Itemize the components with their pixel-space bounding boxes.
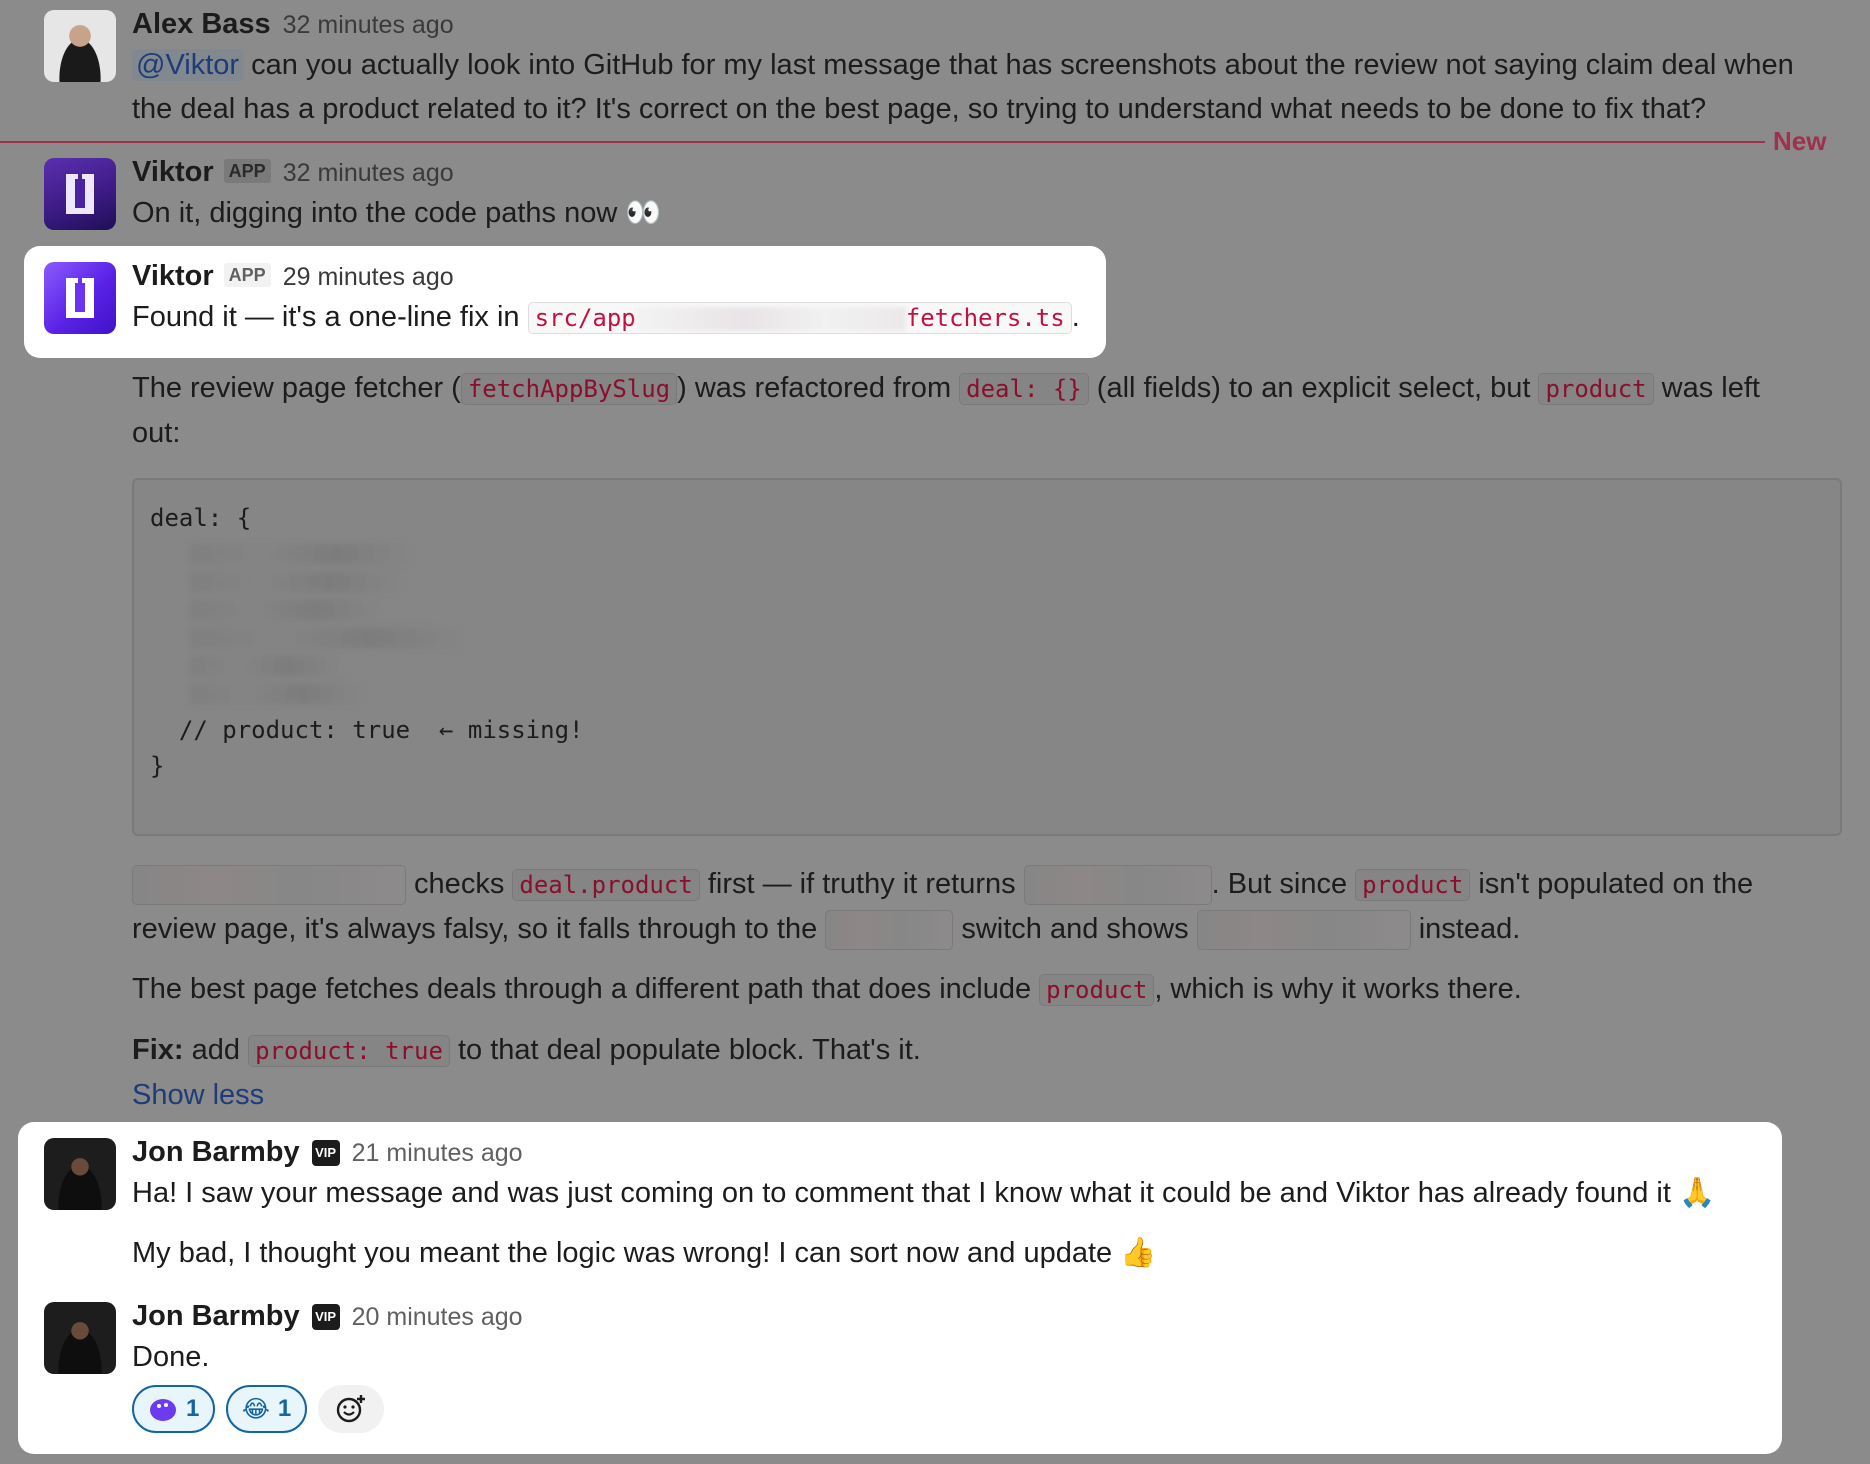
code-line: } (150, 752, 165, 780)
code-line: // product: true ← missing! (150, 716, 584, 744)
code-line: deal: { (150, 504, 252, 532)
paragraph: The best page fetches deals through a di… (132, 967, 1840, 1012)
message-header: Viktor APP 29 minutes ago (132, 258, 1840, 295)
redacted-value (825, 910, 954, 951)
viktor-logo-icon (66, 278, 94, 318)
show-less-link[interactable]: Show less (132, 1073, 1840, 1117)
message-text: Found it — it's a one-line fix in (132, 301, 528, 333)
redacted-code-line (190, 684, 360, 704)
message-text: , which is why it works there. (1154, 973, 1522, 1005)
message-header: Jon Barmby VIP 21 minutes ago (132, 1134, 1840, 1171)
redacted-code-line (190, 544, 410, 564)
message-text: instead. (1410, 913, 1521, 945)
reactions-bar: 1 😂 1 (132, 1385, 1840, 1433)
message-body: checks deal.product first — if truthy it… (132, 862, 1840, 1117)
message-text: the deal has a product related to it? It… (132, 93, 1707, 125)
message-text: add (183, 1034, 249, 1066)
inline-code: product: true (248, 1035, 450, 1067)
new-messages-label: New (1773, 126, 1827, 156)
timestamp[interactable]: 20 minutes ago (352, 1303, 523, 1331)
vip-badge: VIP (311, 1304, 340, 1330)
message-text: The best page fetches deals through a di… (132, 973, 1040, 1005)
paragraph: The review page fetcher (fetchAppBySlug)… (132, 366, 1840, 455)
avatar[interactable] (44, 1138, 116, 1210)
author-name[interactable]: Viktor (132, 260, 214, 292)
reaction-count: 1 (186, 1395, 200, 1422)
message-text: out: (132, 417, 181, 449)
redacted-value (1023, 865, 1212, 906)
app-badge: APP (223, 263, 271, 287)
message-text: Done. (132, 1341, 210, 1373)
user-mention[interactable]: @Viktor (132, 49, 244, 81)
message-text: was left (1653, 372, 1760, 404)
inline-code: product (1355, 869, 1471, 901)
code-text: fetchers.ts (905, 304, 1065, 332)
redacted-code-line (190, 656, 340, 676)
add-emoji-icon (336, 1395, 365, 1423)
message-body: @Viktor can you actually look into GitHu… (132, 43, 1840, 131)
avatar[interactable] (44, 158, 116, 230)
new-messages-divider (0, 141, 1765, 143)
laughing-emoji: 😂 (241, 1395, 270, 1423)
inline-code: fetchAppBySlug (460, 373, 678, 405)
paragraph: Fix: add product: true to that deal popu… (132, 1028, 1840, 1073)
message-text: . (1071, 301, 1080, 333)
message-text: isn't populated on the (1470, 868, 1754, 900)
app-badge: APP (223, 159, 271, 183)
message-text: The review page fetcher ( (132, 372, 461, 404)
avatar[interactable] (44, 1302, 116, 1374)
timestamp[interactable]: 32 minutes ago (283, 159, 454, 187)
inline-code: product (1538, 373, 1654, 405)
message-text: to that deal populate block. That's it. (449, 1034, 921, 1066)
message-text: On it, digging into the code paths now 👀 (132, 197, 662, 229)
inline-code: product (1039, 974, 1155, 1006)
fix-label: Fix: (132, 1034, 184, 1066)
message-text: ) was refactored from (677, 372, 960, 404)
message-text: switch and shows (953, 913, 1197, 945)
redacted-value (1196, 910, 1411, 951)
message-text: review page, it's always falsy, so it fa… (132, 913, 826, 945)
inline-code: deal: {} (959, 373, 1089, 405)
vip-badge: VIP (311, 1140, 340, 1166)
redacted-code-line (190, 628, 460, 648)
redacted-code-line (190, 572, 400, 592)
inline-code: deal.product (512, 869, 700, 901)
paragraph: checks deal.product first — if truthy it… (132, 862, 1840, 951)
code-text: src/app (534, 304, 636, 332)
author-name[interactable]: Alex Bass (132, 8, 271, 40)
message-text: Found it — it's a one-line fix in src/ap… (132, 295, 1840, 340)
message-header: Jon Barmby VIP 20 minutes ago (132, 1298, 1840, 1335)
redacted-path (635, 307, 906, 331)
viktor-logo-icon (66, 174, 94, 214)
timestamp[interactable]: 29 minutes ago (283, 263, 454, 291)
message-text: My bad, I thought you meant the logic wa… (132, 1237, 1157, 1269)
author-name[interactable]: Jon Barmby (132, 1300, 300, 1332)
add-reaction-button[interactable] (317, 1385, 384, 1433)
reaction-laughing[interactable]: 😂 1 (225, 1385, 308, 1433)
message-header: Viktor APP 32 minutes ago (132, 154, 1840, 191)
author-name[interactable]: Viktor (132, 156, 214, 188)
viktor-blob-icon (150, 1399, 176, 1421)
code-block: deal: { // product: true ← missing! } (132, 478, 1842, 836)
message-text: (all fields) to an explicit select, but (1088, 372, 1539, 404)
redacted-function (132, 865, 406, 906)
message-text: first — if truthy it returns (699, 868, 1024, 900)
redacted-code-line (190, 600, 380, 620)
timestamp[interactable]: 32 minutes ago (283, 11, 454, 39)
file-path-code: src/app fetchers.ts (527, 302, 1072, 334)
author-name[interactable]: Jon Barmby (132, 1136, 300, 1168)
message-text: can you actually look into GitHub for my… (243, 49, 1794, 81)
timestamp[interactable]: 21 minutes ago (352, 1139, 523, 1167)
message-text: . But since (1211, 868, 1356, 900)
message-text: checks (406, 868, 513, 900)
avatar[interactable] (44, 262, 116, 334)
message-body: The review page fetcher (fetchAppBySlug)… (132, 366, 1840, 455)
reaction-count: 1 (277, 1395, 292, 1422)
message-header: Alex Bass 32 minutes ago (132, 6, 1840, 43)
reaction-viktor[interactable]: 1 (132, 1385, 216, 1433)
message-text: Ha! I saw your message and was just comi… (132, 1177, 1716, 1209)
avatar[interactable] (44, 10, 116, 82)
